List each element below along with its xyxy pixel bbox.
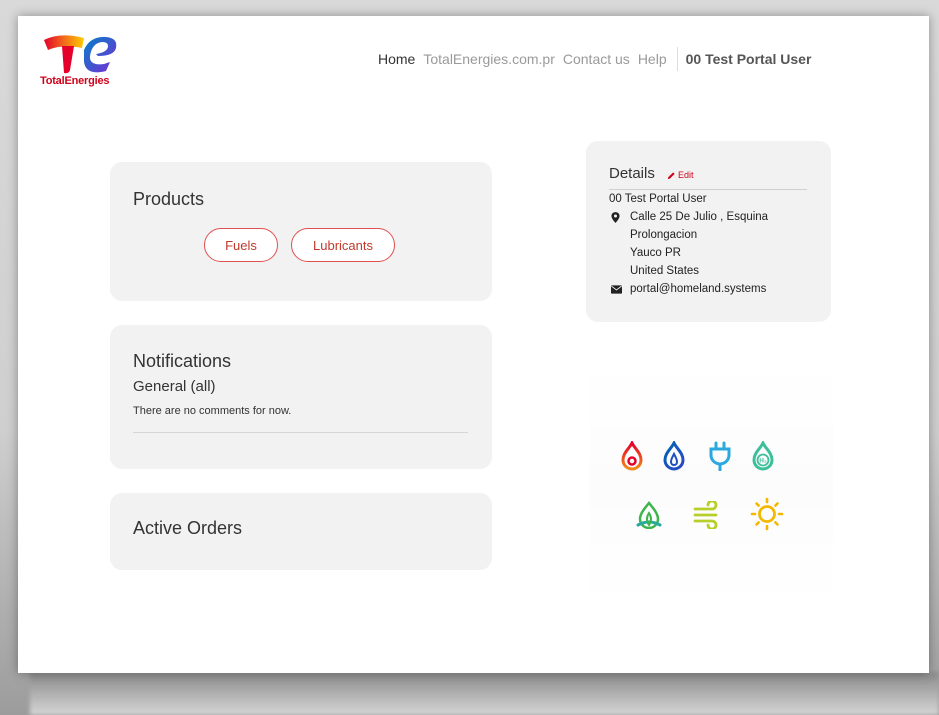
edit-link[interactable]: Edit — [667, 170, 694, 180]
envelope-icon — [611, 285, 622, 294]
products-card: Products Fuels Lubricants — [110, 162, 492, 301]
taskbar-blur — [30, 672, 939, 715]
browser-page: TotalEnergies Home TotalEnergies.com.pr … — [18, 16, 929, 673]
gas-drop-icon — [663, 441, 685, 471]
divider — [609, 189, 807, 190]
wind-icon — [693, 501, 718, 529]
nav-contact-us[interactable]: Contact us — [563, 51, 630, 67]
details-card: Details Edit 00 Test Portal User Calle 2… — [586, 141, 831, 322]
nav-user-menu[interactable]: 00 Test Portal User — [686, 51, 812, 67]
notifications-card: Notifications General (all) There are no… — [110, 325, 492, 469]
nav-help[interactable]: Help — [638, 51, 667, 67]
flame-icon — [621, 441, 643, 471]
electric-plug-icon — [709, 441, 731, 471]
map-marker-icon — [611, 212, 620, 223]
biomass-icon — [636, 501, 662, 529]
svg-text:H₂: H₂ — [759, 458, 767, 465]
details-name: 00 Test Portal User — [609, 193, 707, 205]
edit-label: Edit — [678, 170, 694, 180]
details-email: portal@homeland.systems — [630, 283, 767, 295]
notifications-subtitle: General (all) — [133, 378, 216, 395]
notifications-title: Notifications — [133, 351, 232, 371]
nav-divider — [676, 47, 678, 71]
address-line-1: Calle 25 De Julio , Esquina — [630, 211, 769, 223]
hydrogen-icon: H₂ — [752, 441, 774, 471]
divider — [133, 432, 468, 433]
lubricants-button[interactable]: Lubricants — [291, 228, 395, 262]
nav-home[interactable]: Home — [378, 51, 415, 67]
pencil-icon — [667, 171, 675, 179]
sun-icon — [750, 497, 784, 531]
active-orders-card: Active Orders — [110, 493, 492, 570]
top-nav: Home TotalEnergies.com.pr Contact us Hel… — [378, 47, 819, 71]
address-line-4: United States — [630, 265, 700, 277]
nav-totalenergies-site[interactable]: TotalEnergies.com.pr — [423, 51, 555, 67]
address-line-2: Prolongacion — [630, 229, 698, 241]
active-orders-title: Active Orders — [133, 518, 243, 538]
energy-icons-panel: H₂ — [590, 361, 833, 606]
brand-name: TotalEnergies — [40, 75, 110, 87]
notifications-empty-text: There are no comments for now. — [133, 405, 292, 417]
products-title: Products — [133, 189, 205, 209]
details-title: Details — [609, 165, 655, 182]
address-line-3: Yauco PR — [630, 247, 681, 259]
fuels-button[interactable]: Fuels — [204, 228, 278, 262]
